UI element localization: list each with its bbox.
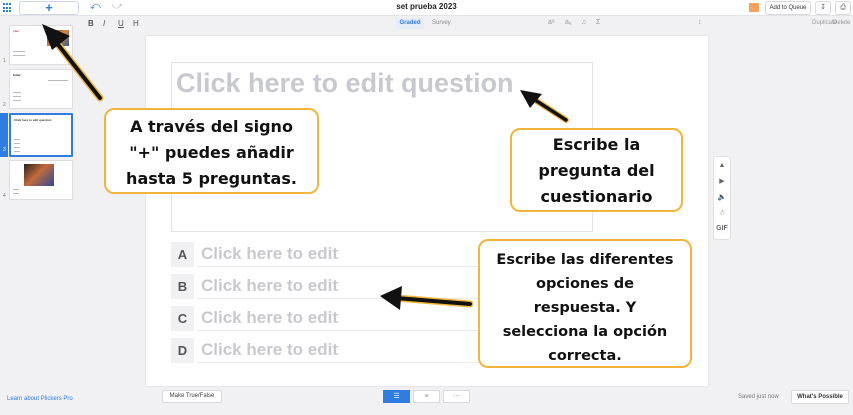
whats-possible-button[interactable]: What's Possible xyxy=(791,390,849,404)
add-question-button[interactable]: + xyxy=(19,1,79,15)
slide-number: 4 xyxy=(3,193,6,199)
audio-icon[interactable]: ♫ xyxy=(581,19,586,26)
choice-letter[interactable]: A xyxy=(171,242,194,267)
slide-thumbnail-2[interactable]: Edad xyxy=(9,69,73,109)
underline-button[interactable]: U xyxy=(118,19,124,28)
slide-sidebar: 1 plan 2 Edad 3 Click here to edit quest… xyxy=(0,16,78,415)
subscript-icon[interactable]: aₐ xyxy=(565,19,572,26)
add-to-queue-button[interactable]: Add to Queue xyxy=(765,1,811,15)
choice-text[interactable]: Click here to edit xyxy=(201,308,338,328)
animal-icon[interactable]: ☃ xyxy=(714,209,730,217)
question-placeholder[interactable]: Click here to edit question xyxy=(176,68,514,99)
download-icon[interactable]: ↧ xyxy=(815,1,831,15)
top-toolbar: + ⤺ ⤻ set prueba 2023 Add to Queue ↧ ⎙ xyxy=(0,0,853,16)
choice-letter[interactable]: D xyxy=(171,338,194,363)
layout-option-1[interactable]: ☰ xyxy=(383,390,410,403)
learn-pro-link[interactable]: Learn about Plickers Pro xyxy=(7,396,73,402)
choice-text[interactable]: Click here to edit xyxy=(201,340,338,360)
callout-write-question: Escribe la pregunta del cuestionario xyxy=(510,128,683,212)
callout-write-options: Escribe las diferentes opciones de respu… xyxy=(478,239,692,368)
superscript-icon[interactable]: aᵃ xyxy=(548,19,555,26)
image-icon[interactable]: ▲ xyxy=(714,162,730,169)
set-title[interactable]: set prueba 2023 xyxy=(360,2,493,11)
sound-icon[interactable]: 🔈 xyxy=(714,193,730,201)
callout-add-questions: A través del signo "+" puedes añadir has… xyxy=(104,108,319,194)
slide-number: 2 xyxy=(3,102,6,108)
color-swatch[interactable] xyxy=(749,3,759,12)
slide-number: 3 xyxy=(3,147,6,153)
equation-icon[interactable]: Σ xyxy=(596,19,600,26)
layout-option-2[interactable]: ≡ xyxy=(413,390,440,403)
undo-icon[interactable]: ⤺ xyxy=(90,1,101,12)
delete-button[interactable]: Delete xyxy=(833,20,850,26)
print-icon[interactable]: ⎙ xyxy=(835,1,851,15)
slide-thumbnail-3[interactable]: Click here to edit question xyxy=(9,113,73,157)
choice-letter[interactable]: C xyxy=(171,306,194,331)
video-icon[interactable]: ▶ xyxy=(714,177,730,185)
media-toolbar: ▲ ▶ 🔈 ☃ GIF xyxy=(713,156,731,240)
expand-icon[interactable]: ↕ xyxy=(698,19,702,26)
slide-thumbnail-4[interactable] xyxy=(9,160,73,200)
grid-menu-icon[interactable] xyxy=(3,3,13,13)
saved-status: Saved just now xyxy=(738,394,779,400)
choice-text[interactable]: Click here to edit xyxy=(201,276,338,296)
choice-text[interactable]: Click here to edit xyxy=(201,244,338,264)
choice-letter[interactable]: B xyxy=(171,274,194,299)
slide-number: 1 xyxy=(3,58,6,64)
tab-survey[interactable]: Survey xyxy=(432,18,451,29)
redo-icon[interactable]: ⤻ xyxy=(112,1,123,12)
layout-option-3[interactable]: ⋯ xyxy=(443,390,470,403)
make-true-false-button[interactable]: Make True/False xyxy=(162,390,222,403)
italic-button[interactable]: I xyxy=(103,19,105,28)
format-bar: B I U H Graded Survey aᵃ aₐ ♫ Σ ↕ Duplic… xyxy=(78,16,853,32)
slide-image-thumb xyxy=(24,164,54,186)
bold-button[interactable]: B xyxy=(88,19,94,28)
gif-icon[interactable]: GIF xyxy=(714,225,730,232)
slide-image-thumb xyxy=(47,30,69,46)
slide-thumbnail-1[interactable]: plan xyxy=(9,25,73,65)
heading-button[interactable]: H xyxy=(133,19,139,28)
tab-graded[interactable]: Graded xyxy=(396,18,424,29)
